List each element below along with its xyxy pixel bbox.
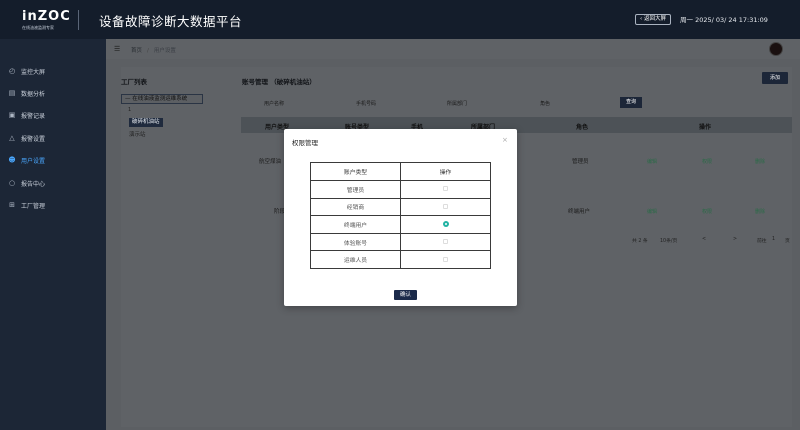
sidebar-item-label: 报警记录 (21, 112, 46, 120)
permission-link[interactable]: 权限 (702, 208, 712, 215)
close-icon[interactable]: × (502, 136, 508, 144)
account-type-cell: 体验账号 (310, 232, 401, 252)
breadcrumb-home[interactable]: 首页 (131, 48, 142, 54)
column-header: 账户类型 (310, 162, 401, 181)
add-button[interactable]: 添加 (762, 72, 788, 84)
account-panel-title: 账号管理 （破碎机油站） (242, 78, 316, 86)
factory-icon: ⊞ (9, 201, 15, 209)
permission-radio-selected[interactable] (442, 221, 449, 228)
delete-link[interactable]: 删除 (755, 158, 765, 165)
sidebar-item-label: 报告中心 (21, 180, 46, 188)
action-cell (400, 250, 491, 269)
breadcrumb-separator: / (147, 48, 149, 54)
table-row: 体验账号 (310, 232, 491, 252)
factory-list-panel: 工厂列表 — 在线油液监测运维系统 1 破碎机油站 演示站 (121, 67, 239, 427)
menu-toggle-icon[interactable]: ☰ (114, 45, 120, 53)
account-type-cell: 终端用户 (310, 215, 401, 234)
sidebar: ◴ 监控大屏 ▤ 数据分析 ▣ 报警记录 △ 报警设置 ☻ 用户设置 ○ 报告中… (0, 39, 106, 430)
logo: inZOC 在线油液监测专家 (22, 9, 71, 31)
tree-node[interactable]: 演示站 (129, 130, 146, 138)
search-button[interactable]: 查询 (620, 97, 642, 108)
alarm-settings-icon: △ (9, 134, 15, 142)
sidebar-item-monitor[interactable]: ◴ 监控大屏 (0, 63, 106, 79)
tree-root-node[interactable]: — 在线油液监测运维系统 (121, 94, 203, 104)
sidebar-item-label: 报警设置 (21, 135, 46, 143)
factory-list-title: 工厂列表 (121, 78, 147, 86)
permission-checkbox[interactable] (443, 256, 448, 262)
permission-modal: 权限管理 × 账户类型 操作 管理员 经销商 终端用户 体验账号 运维人员 确认 (284, 129, 517, 306)
column-header: 操作 (400, 162, 491, 181)
account-type-cell: 经销商 (310, 197, 401, 217)
filter-username[interactable]: 用户名称 (264, 100, 284, 107)
sidebar-item-alarm-records[interactable]: ▣ 报警记录 (0, 107, 106, 123)
table-row: 经销商 (310, 197, 491, 217)
top-bar: inZOC 在线油液监测专家 设备故障诊断大数据平台 ‹ 返回大屏 周一 202… (0, 0, 800, 39)
sidebar-item-factory[interactable]: ⊞ 工厂管理 (0, 197, 106, 213)
permission-checkbox[interactable] (443, 203, 448, 209)
permission-link[interactable]: 权限 (702, 158, 712, 165)
table-cell: 管理员 (572, 159, 589, 165)
table-cell: 航空煤油 (259, 159, 282, 165)
action-cell (400, 180, 491, 199)
sidebar-item-label: 工厂管理 (21, 202, 46, 210)
back-to-dashboard-button[interactable]: ‹ 返回大屏 (635, 14, 671, 25)
permission-checkbox[interactable] (443, 239, 448, 245)
breadcrumb: 首页 / 用户设置 (131, 46, 176, 54)
logo-subtitle: 在线油液监测专家 (22, 25, 54, 30)
pagination-total: 共 2 条 (632, 239, 648, 244)
edit-link[interactable]: 编辑 (647, 158, 657, 165)
chart-icon: ▤ (8, 89, 16, 97)
sidebar-item-label: 监控大屏 (21, 68, 46, 76)
monitor-icon: ◴ (8, 67, 16, 75)
goto-label: 前往 (757, 239, 767, 244)
modal-title: 权限管理 (292, 139, 318, 147)
tree-node-selected[interactable]: 破碎机油站 (129, 118, 163, 127)
tree-node-number: 1 (128, 107, 132, 113)
sidebar-item-label: 用户设置 (21, 157, 46, 165)
column-header: 操作 (699, 124, 712, 131)
sidebar-item-label: 数据分析 (21, 90, 46, 98)
logo-text: inZOC (22, 9, 71, 24)
header-divider (78, 10, 79, 30)
report-icon: ○ (8, 179, 16, 187)
account-type-cell: 管理员 (310, 180, 401, 199)
table-row: 运维人员 (310, 250, 491, 269)
action-cell (400, 232, 491, 252)
next-page-button[interactable]: > (733, 237, 737, 242)
column-header: 角色 (576, 124, 589, 131)
sidebar-item-analysis[interactable]: ▤ 数据分析 (0, 85, 106, 101)
page-size-select[interactable]: 10条/页 (660, 237, 677, 244)
datetime: 周一 2025/ 03/ 24 17:31:09 (680, 16, 768, 24)
breadcrumb-current: 用户设置 (153, 48, 176, 54)
confirm-button[interactable]: 确认 (394, 290, 417, 300)
permission-table: 账户类型 操作 管理员 经销商 终端用户 体验账号 运维人员 (310, 162, 491, 269)
action-cell (400, 215, 491, 234)
prev-page-button[interactable]: < (702, 237, 706, 242)
action-cell (400, 197, 491, 217)
filter-role[interactable]: 角色 (540, 100, 550, 107)
goto-page-input[interactable]: 1 (772, 237, 775, 242)
user-icon: ☻ (8, 156, 16, 164)
chevron-left-icon: ‹ (640, 16, 643, 22)
bell-icon: ▣ (8, 111, 16, 119)
edit-link[interactable]: 编辑 (647, 208, 657, 215)
filter-department[interactable]: 所属部门 (447, 100, 467, 107)
filter-phone[interactable]: 手机号码 (356, 100, 376, 107)
table-row: 终端用户 (310, 215, 491, 234)
avatar[interactable] (769, 42, 783, 56)
sidebar-item-alarm-settings[interactable]: △ 报警设置 (0, 130, 106, 146)
page-unit: 页 (785, 239, 790, 244)
permission-checkbox[interactable] (443, 186, 448, 192)
app-title: 设备故障诊断大数据平台 (99, 14, 243, 29)
back-button-label: 返回大屏 (643, 16, 666, 22)
delete-link[interactable]: 删除 (755, 208, 765, 215)
sidebar-item-user-settings[interactable]: ☻ 用户设置 (0, 152, 106, 168)
sidebar-item-reports[interactable]: ○ 报告中心 (0, 175, 106, 191)
breadcrumb-bar: ☰ 首页 / 用户设置 (106, 39, 800, 59)
account-type-cell: 运维人员 (310, 250, 401, 269)
table-row: 管理员 (310, 180, 491, 199)
table-cell: 终端用户 (568, 209, 591, 215)
